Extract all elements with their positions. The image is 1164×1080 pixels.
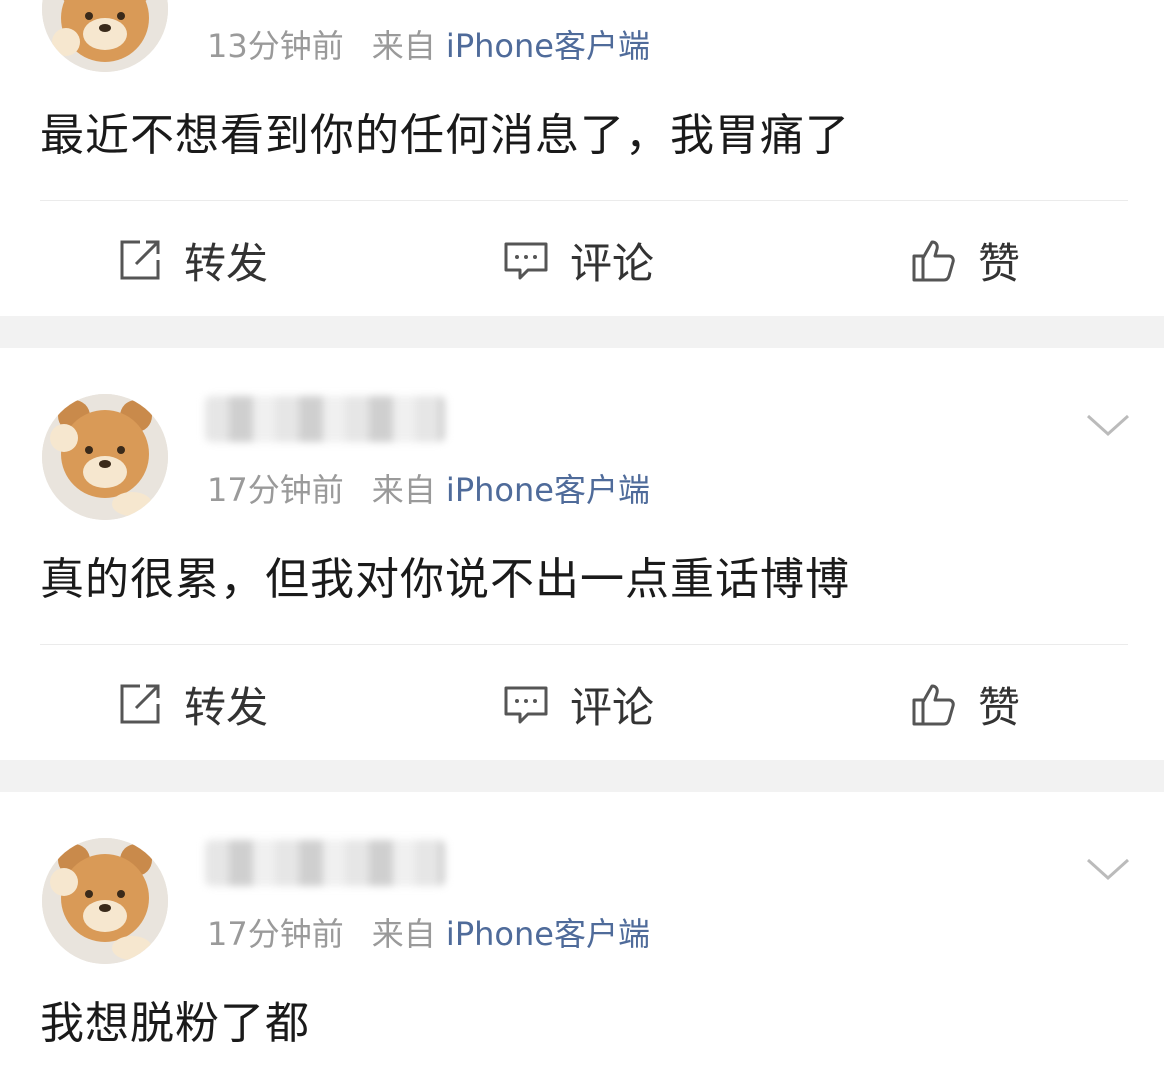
post-meta: 17分钟前 来自 iPhone客户端: [207, 914, 650, 954]
source-prefix: 来自: [371, 471, 436, 509]
comment-button[interactable]: 评论: [502, 674, 654, 734]
share-edit-icon: [120, 684, 160, 724]
post-time: 13分钟前: [207, 27, 344, 65]
repost-button[interactable]: 转发: [116, 230, 268, 290]
repost-label: 转发: [184, 238, 269, 288]
bear-avatar-icon: [42, 0, 168, 72]
source-prefix: 来自: [371, 915, 436, 953]
like-button[interactable]: 赞: [910, 230, 1020, 290]
username-redacted[interactable]: [205, 396, 445, 442]
like-label: 赞: [978, 682, 1021, 732]
weibo-post: 17分钟前 来自 iPhone客户端 我想脱粉了都: [0, 792, 1164, 1080]
avatar[interactable]: [42, 394, 168, 520]
weibo-post: 17分钟前 来自 iPhone客户端 真的很累，但我对你说不出一点重话博博 转发 …: [0, 348, 1164, 760]
repost-button[interactable]: 转发: [116, 674, 268, 734]
comment-label: 评论: [570, 682, 655, 732]
comment-label: 评论: [570, 238, 655, 288]
avatar[interactable]: [42, 838, 168, 964]
weibo-post: 13分钟前 来自 iPhone客户端 最近不想看到你的任何消息了，我胃痛了 转发 …: [0, 0, 1164, 316]
chevron-down-icon[interactable]: [1084, 410, 1132, 440]
comment-bubble-icon: [504, 242, 548, 280]
post-content: 最近不想看到你的任何消息了，我胃痛了: [40, 110, 850, 161]
post-content: 我想脱粉了都: [40, 998, 310, 1049]
source-link[interactable]: iPhone客户端: [446, 915, 650, 953]
username-redacted[interactable]: [205, 840, 445, 886]
comment-button[interactable]: 评论: [502, 230, 654, 290]
post-time: 17分钟前: [207, 471, 344, 509]
like-label: 赞: [978, 238, 1021, 288]
source-prefix: 来自: [371, 27, 436, 65]
divider: [40, 200, 1128, 201]
post-content: 真的很累，但我对你说不出一点重话博博: [40, 554, 850, 605]
like-button[interactable]: 赞: [910, 674, 1020, 734]
share-edit-icon: [120, 240, 160, 280]
post-meta: 13分钟前 来自 iPhone客户端: [207, 26, 650, 66]
post-meta: 17分钟前 来自 iPhone客户端: [207, 470, 650, 510]
avatar[interactable]: [42, 0, 168, 72]
thumbs-up-icon: [912, 684, 955, 726]
divider: [40, 644, 1128, 645]
source-link[interactable]: iPhone客户端: [446, 27, 650, 65]
thumbs-up-icon: [912, 240, 955, 282]
source-link[interactable]: iPhone客户端: [446, 471, 650, 509]
chevron-down-icon[interactable]: [1084, 854, 1132, 884]
comment-bubble-icon: [504, 686, 548, 724]
repost-label: 转发: [184, 682, 269, 732]
post-time: 17分钟前: [207, 915, 344, 953]
bear-avatar-icon: [42, 838, 168, 964]
bear-avatar-icon: [42, 394, 168, 520]
